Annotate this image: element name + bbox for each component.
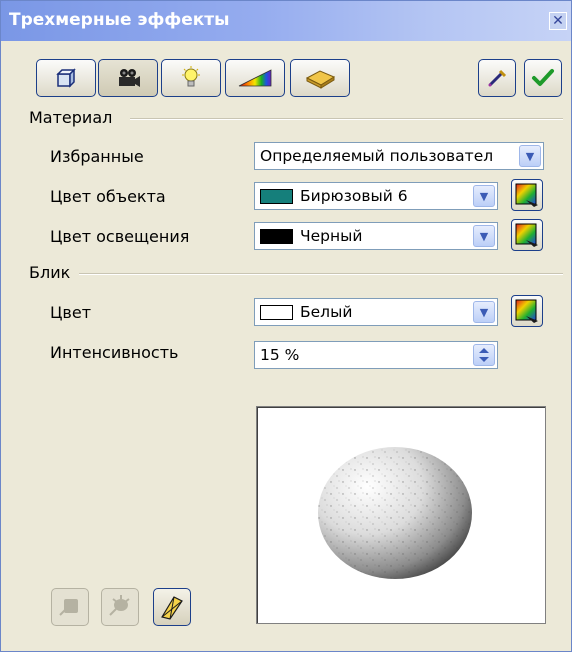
highlight-separator [79, 273, 563, 275]
object-color-picker-button[interactable] [511, 179, 543, 211]
material-button[interactable] [290, 59, 350, 97]
pipette-icon [488, 69, 507, 87]
soap-texture-icon [305, 70, 336, 89]
illumination-color-picker-button[interactable] [511, 219, 543, 251]
highlight-color-dropdown[interactable]: Белый ▼ [254, 298, 498, 326]
highlight-color-picker-button[interactable] [511, 295, 543, 327]
textures-button[interactable] [225, 59, 285, 97]
illumination-color-swatch [260, 229, 293, 244]
chevron-down-icon[interactable]: ▼ [519, 145, 541, 167]
illumination-button[interactable] [161, 59, 221, 97]
camera-icon [119, 69, 140, 87]
color-dialog-icon [515, 223, 538, 247]
perspective-toggle-icon [161, 596, 183, 620]
highlight-section-label: Блик [29, 263, 71, 282]
pipette-button[interactable] [478, 59, 516, 97]
material-separator [130, 118, 563, 120]
assign-button[interactable] [524, 59, 562, 97]
favorites-value: Определяемый пользовател [260, 147, 494, 165]
highlight-color-value: Белый [300, 303, 353, 321]
convert-to-lathe-button[interactable] [101, 588, 139, 626]
dialog-window: Трехмерные эффекты ✕ Материал Избранные … [0, 0, 572, 652]
color-dialog-icon [515, 299, 538, 323]
convert-to-3d-button[interactable] [51, 588, 89, 626]
geometry-button[interactable] [36, 59, 96, 97]
dialog-title: Трехмерные эффекты [9, 10, 230, 30]
highlight-color-swatch [260, 305, 293, 320]
gradient-icon [238, 69, 272, 87]
chevron-down-icon[interactable]: ▼ [473, 225, 495, 247]
intensity-spinbox[interactable]: 15 % [254, 341, 498, 369]
convert-to-3d-icon [59, 599, 78, 616]
intensity-label: Интенсивность [50, 343, 179, 362]
checkmark-icon [532, 69, 554, 86]
chevron-down-icon[interactable]: ▼ [473, 301, 495, 323]
illumination-color-label: Цвет освещения [50, 227, 190, 246]
object-color-dropdown[interactable]: Бирюзовый 6 ▼ [254, 182, 498, 210]
favorites-label: Избранные [50, 147, 144, 166]
favorites-dropdown[interactable]: Определяемый пользовател ▼ [254, 142, 544, 170]
object-color-value: Бирюзовый 6 [300, 187, 408, 205]
object-color-swatch [260, 189, 293, 204]
geometry-icon [56, 68, 76, 88]
intensity-value: 15 % [260, 346, 300, 364]
spin-arrows-icon[interactable] [473, 344, 495, 366]
preview-area [256, 406, 546, 624]
highlight-color-label: Цвет [50, 303, 92, 322]
lightbulb-icon [182, 66, 200, 87]
object-color-label: Цвет объекта [50, 187, 166, 206]
title-bar[interactable]: Трехмерные эффекты ✕ [1, 1, 571, 41]
perspective-toggle-button[interactable] [153, 588, 191, 626]
sphere-preview [318, 447, 472, 579]
convert-to-lathe-icon [109, 595, 130, 616]
chevron-down-icon[interactable]: ▼ [473, 185, 495, 207]
illumination-color-value: Черный [300, 227, 363, 245]
material-section-label: Материал [29, 108, 113, 127]
illumination-color-dropdown[interactable]: Черный ▼ [254, 222, 498, 250]
shading-button[interactable] [98, 59, 158, 97]
color-dialog-icon [515, 183, 538, 207]
close-button[interactable]: ✕ [549, 12, 567, 30]
